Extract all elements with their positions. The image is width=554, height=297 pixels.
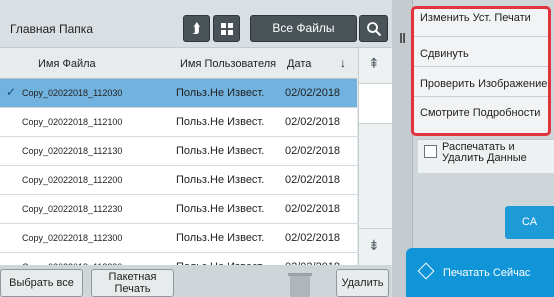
menu-item-details[interactable]: Смотрите Подробности: [414, 101, 548, 129]
arrow-up-return-icon: ⮭: [192, 20, 201, 36]
search-icon: [367, 22, 382, 37]
grid-view-button[interactable]: [213, 15, 240, 42]
table-row[interactable]: Copy_02022018_112100 Польз.Не Извест. 02…: [0, 108, 357, 137]
file-date: 02/02/2018: [285, 174, 341, 186]
page-down-icon: ⇟: [368, 237, 380, 253]
sort-arrow-icon[interactable]: ↓: [340, 56, 346, 70]
user-name: Польз.Не Извест.: [176, 145, 265, 157]
file-name: Copy_02022018_112100: [22, 117, 123, 127]
scroll-thumb[interactable]: [359, 84, 392, 124]
table-row[interactable]: Copy_02022018_112130 Польз.Не Извест. 02…: [0, 137, 357, 166]
user-name: Польз.Не Извест.: [176, 203, 265, 215]
up-folder-button[interactable]: ⮭: [183, 15, 210, 42]
table-header: Имя Файла Имя Пользователя Дата ↓: [0, 48, 357, 79]
user-name: Польз.Не Извест.: [176, 174, 265, 186]
start-print-label: Печатать Сейчас: [443, 267, 531, 279]
all-files-button[interactable]: Все Файлы: [250, 15, 357, 42]
check-icon: ✓: [6, 85, 17, 99]
file-date: 02/02/2018: [285, 116, 341, 128]
scrollbar[interactable]: ⇞ ⇟: [358, 48, 392, 265]
user-name: Польз.Не Извест.: [176, 232, 265, 244]
menu-item-check-image[interactable]: Проверить Изображение: [414, 69, 548, 97]
menu-item-change-print-settings[interactable]: Изменить Уст. Печати: [414, 9, 548, 37]
file-date: 02/02/2018: [285, 203, 341, 215]
print-and-delete-option[interactable]: Распечатать и Удалить Данные: [418, 139, 554, 173]
file-date: 02/02/2018: [285, 232, 341, 244]
batch-print-button[interactable]: Пакетная Печать: [91, 269, 174, 297]
table-row[interactable]: Copy_02022018_112200 Польз.Не Извест. 02…: [0, 166, 357, 195]
file-name: Copy_02022018_112030: [22, 88, 123, 98]
file-name: Copy_02022018_112230: [22, 204, 123, 214]
file-table: ✓ Copy_02022018_112030 Польз.Не Извест. …: [0, 79, 357, 282]
start-print-button[interactable]: Печатать Сейчас: [406, 248, 554, 297]
column-header-username[interactable]: Имя Пользователя: [180, 58, 276, 70]
user-name: Польз.Не Извест.: [176, 116, 265, 128]
file-name: Copy_02022018_112200: [22, 175, 123, 185]
table-row[interactable]: ✓ Copy_02022018_112030 Польз.Не Извест. …: [0, 79, 357, 108]
trash-icon: [288, 273, 312, 297]
table-row[interactable]: Copy_02022018_112300 Польз.Не Извест. 02…: [0, 224, 357, 253]
folder-toolbar: Главная Папка ⮭ Все Файлы: [0, 0, 391, 48]
user-name: Польз.Не Извест.: [176, 87, 265, 99]
ca-button[interactable]: CA: [505, 206, 554, 239]
delete-button[interactable]: Удалить: [336, 269, 389, 297]
scroll-down-button[interactable]: ⇟: [359, 228, 392, 265]
bottom-bar: Выбрать все Пакетная Печать Удалить: [0, 265, 391, 297]
file-name: Copy_02022018_112130: [22, 146, 123, 156]
search-button[interactable]: [359, 15, 388, 42]
start-icon: [417, 262, 435, 280]
handle-icon: [400, 33, 402, 43]
action-menu: Изменить Уст. Печати Сдвинуть Проверить …: [411, 6, 551, 136]
print-delete-label: Распечатать и Удалить Данные: [442, 141, 527, 164]
file-name: Copy_02022018_112300: [22, 233, 123, 243]
column-header-date[interactable]: Дата: [287, 58, 311, 70]
folder-title: Главная Папка: [10, 22, 93, 36]
menu-item-move[interactable]: Сдвинуть: [414, 39, 548, 67]
file-date: 02/02/2018: [285, 87, 341, 99]
print-delete-checkbox[interactable]: [424, 145, 437, 158]
column-header-filename[interactable]: Имя Файла: [38, 58, 96, 70]
file-date: 02/02/2018: [285, 145, 341, 157]
scroll-up-button[interactable]: ⇞: [359, 48, 392, 84]
select-all-button[interactable]: Выбрать все: [0, 269, 83, 297]
page-up-icon: ⇞: [368, 55, 380, 71]
table-row[interactable]: Copy_02022018_112230 Польз.Не Извест. 02…: [0, 195, 357, 224]
